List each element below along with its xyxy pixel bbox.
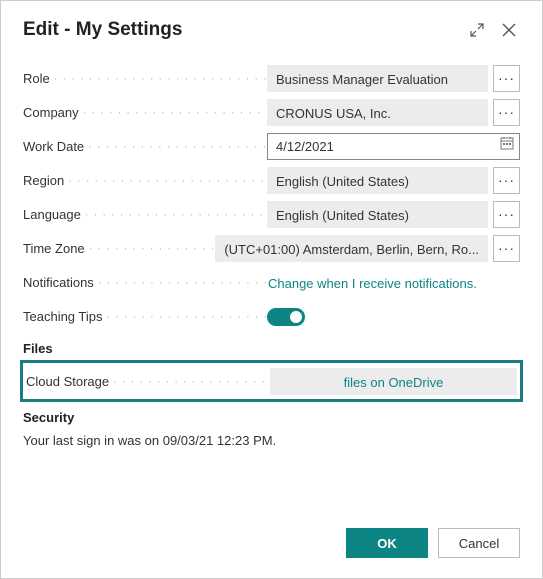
row-time-zone: Time Zone (UTC+01:00) Amsterdam, Berlin,…: [23, 231, 520, 265]
cancel-button[interactable]: Cancel: [438, 528, 520, 558]
lookup-region[interactable]: ···: [493, 167, 520, 194]
dialog-header: Edit - My Settings: [1, 1, 542, 51]
label-time-zone: Time Zone: [23, 241, 215, 256]
row-work-date: Work Date 4/12/2021: [23, 129, 520, 163]
row-role: Role Business Manager Evaluation ···: [23, 61, 520, 95]
lookup-time-zone[interactable]: ···: [493, 235, 520, 262]
field-work-date[interactable]: 4/12/2021: [267, 133, 520, 160]
section-security: Security: [23, 410, 520, 425]
label-company: Company: [23, 105, 267, 120]
field-company[interactable]: CRONUS USA, Inc.: [267, 99, 488, 126]
row-notifications: Notifications Change when I receive noti…: [23, 265, 520, 299]
label-notifications: Notifications: [23, 275, 267, 290]
last-sign-in-text: Your last sign in was on 09/03/21 12:23 …: [23, 433, 520, 448]
close-icon[interactable]: [498, 19, 520, 41]
row-language: Language English (United States) ···: [23, 197, 520, 231]
lookup-company[interactable]: ···: [493, 99, 520, 126]
row-region: Region English (United States) ···: [23, 163, 520, 197]
section-files: Files: [23, 341, 520, 356]
label-language: Language: [23, 207, 267, 222]
highlight-cloud-storage: Cloud Storage files on OneDrive: [20, 360, 523, 402]
row-teaching-tips: Teaching Tips: [23, 299, 520, 333]
label-teaching-tips: Teaching Tips: [23, 309, 267, 324]
dialog-footer: OK Cancel: [1, 514, 542, 578]
field-role[interactable]: Business Manager Evaluation: [267, 65, 488, 92]
field-time-zone[interactable]: (UTC+01:00) Amsterdam, Berlin, Bern, Ro.…: [215, 235, 488, 262]
ok-button[interactable]: OK: [346, 528, 428, 558]
row-company: Company CRONUS USA, Inc. ···: [23, 95, 520, 129]
label-work-date: Work Date: [23, 139, 267, 154]
toggle-teaching-tips[interactable]: [267, 308, 305, 326]
calendar-icon[interactable]: [499, 133, 515, 160]
dialog-body: Role Business Manager Evaluation ··· Com…: [1, 51, 542, 514]
settings-dialog: Edit - My Settings Role Business Manager…: [0, 0, 543, 579]
field-region[interactable]: English (United States): [267, 167, 488, 194]
row-cloud-storage: Cloud Storage files on OneDrive: [26, 365, 517, 397]
label-region: Region: [23, 173, 267, 188]
dialog-title: Edit - My Settings: [23, 19, 456, 41]
field-language[interactable]: English (United States): [267, 201, 488, 228]
lookup-language[interactable]: ···: [493, 201, 520, 228]
label-cloud-storage: Cloud Storage: [26, 374, 270, 389]
label-role: Role: [23, 71, 267, 86]
work-date-value: 4/12/2021: [276, 133, 499, 160]
link-notifications[interactable]: Change when I receive notifications.: [267, 269, 520, 296]
field-cloud-storage[interactable]: files on OneDrive: [270, 368, 517, 395]
lookup-role[interactable]: ···: [493, 65, 520, 92]
expand-icon[interactable]: [466, 19, 488, 41]
